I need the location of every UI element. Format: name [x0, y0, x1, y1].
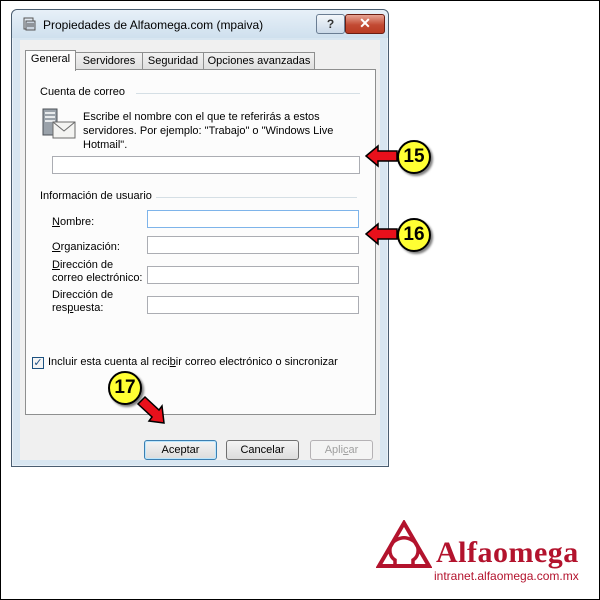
callout-arrow-16: [365, 222, 398, 246]
dialog-client-area: General Servidores Seguridad Opciones av…: [20, 40, 380, 460]
window-title: Propiedades de Alfaomega.com (mpaiva): [43, 18, 264, 32]
tab-opciones-avanzadas[interactable]: Opciones avanzadas: [203, 52, 315, 70]
callout-arrow-15: [365, 144, 398, 168]
apply-button[interactable]: Aplicar: [310, 440, 373, 460]
accept-button[interactable]: Aceptar: [144, 440, 217, 460]
cancel-button[interactable]: Cancelar: [226, 440, 299, 460]
include-account-checkbox[interactable]: ✓: [32, 357, 44, 369]
organization-label: Organización:: [52, 241, 120, 253]
email-address-label: Dirección de correo electrónico:: [52, 259, 143, 284]
callout-badge-16: 16: [397, 218, 431, 252]
organization-input[interactable]: [147, 236, 359, 254]
mail-account-group-label: Cuenta de correo: [40, 86, 125, 98]
account-properties-icon: [23, 17, 36, 31]
title-bar[interactable]: Propiedades de Alfaomega.com (mpaiva) ? …: [12, 10, 388, 38]
mail-server-icon: [42, 108, 76, 139]
account-name-input[interactable]: [52, 156, 360, 174]
callout-arrow-17: [136, 395, 165, 424]
user-info-group-label: Información de usuario: [40, 190, 152, 202]
help-button[interactable]: ?: [316, 14, 345, 34]
tab-general[interactable]: General: [25, 50, 76, 71]
tab-seguridad[interactable]: Seguridad: [142, 52, 204, 70]
email-address-input[interactable]: [147, 266, 359, 284]
properties-dialog: Propiedades de Alfaomega.com (mpaiva) ? …: [11, 9, 389, 467]
tab-servidores[interactable]: Servidores: [75, 52, 143, 70]
reply-address-input[interactable]: [147, 296, 359, 314]
mail-account-description: Escribe el nombre con el que te referirá…: [83, 111, 334, 151]
callout-badge-15: 15: [397, 140, 431, 174]
group-divider: [136, 93, 360, 94]
close-button[interactable]: ✕: [345, 14, 385, 34]
alfaomega-brand-name: Alfaomega: [436, 536, 579, 569]
reply-address-label: Dirección de respuesta:: [52, 289, 114, 314]
alfaomega-url: intranet.alfaomega.com.mx: [434, 569, 579, 583]
alfaomega-logo-mark: [376, 520, 432, 568]
group-divider: [156, 197, 357, 198]
name-label: Nombre:: [52, 216, 95, 228]
name-input[interactable]: [147, 210, 359, 228]
general-tab-panel: Cuenta de correo Escribe el nombre con e…: [25, 69, 376, 415]
include-account-label[interactable]: Incluir esta cuenta al recibir correo el…: [48, 356, 338, 368]
